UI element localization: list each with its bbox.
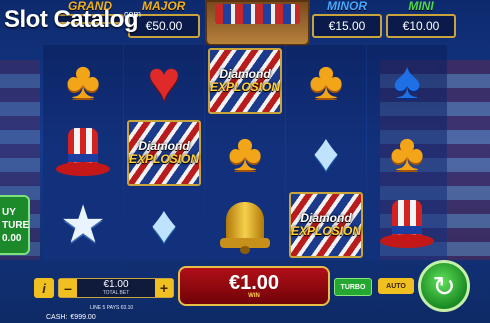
reel-cell: Diamond EXPLOSION (286, 189, 366, 260)
spade-icon: ♠ (393, 51, 421, 110)
reel-4: ♣ ♦ Diamond EXPLOSION (286, 45, 366, 260)
win-label: WIN (248, 293, 260, 299)
buy-feature-line1: UY (2, 206, 16, 218)
reel-1: ♣ ★ (43, 45, 123, 260)
reel-cell (367, 189, 447, 260)
diamond-icon: ♦ (312, 123, 340, 182)
cash-display: CASH: €999.00 (46, 314, 96, 321)
wild-text-line1: Diamond (138, 138, 190, 153)
bet-selector: – €1.00 TOTAL BET + (58, 278, 174, 298)
club-icon: ♣ (389, 123, 425, 182)
wild-icon: Diamond EXPLOSION (127, 119, 201, 186)
reel-cell: ♠ (367, 45, 447, 116)
watermark-logo: Slot Catalog (4, 6, 139, 33)
total-bet-value: €1.00 (103, 279, 129, 290)
wild-icon: Diamond EXPLOSION (208, 47, 282, 114)
diamond-icon: ♦ (150, 195, 178, 254)
reel-cell: ♥ (124, 45, 204, 116)
reel-3: Diamond EXPLOSION ♣ (205, 45, 285, 260)
fireworks-crate (205, 0, 310, 46)
reel-cell: ♣ (205, 117, 285, 188)
bet-minus-button[interactable]: – (59, 279, 77, 297)
reel-cell (43, 117, 123, 188)
reel-cell: ♦ (286, 117, 366, 188)
club-icon: ♣ (65, 51, 101, 110)
win-display: €1.00 WIN (178, 266, 330, 306)
jackpot-minor-label: MINOR (327, 0, 367, 13)
wild-text-line2: EXPLOSION (210, 79, 281, 94)
jackpot-mini-value: €10.00 (386, 14, 456, 38)
turbo-button[interactable]: TURBO (334, 278, 372, 296)
jackpot-minor-value: €15.00 (312, 14, 382, 38)
heart-icon: ♥ (147, 48, 181, 112)
reel-cell: Diamond EXPLOSION (205, 45, 285, 116)
club-icon: ♣ (227, 123, 263, 182)
bet-plus-button[interactable]: + (155, 279, 173, 297)
wild-text-line2: EXPLOSION (291, 223, 362, 238)
cash-value: €999.00 (70, 314, 96, 321)
jackpot-major: MAJOR €50.00 (128, 0, 200, 38)
reel-cell: ♣ (367, 117, 447, 188)
cash-label: CASH: (46, 314, 68, 321)
spin-button[interactable]: ↻ (418, 260, 470, 312)
wild-text-line2: EXPLOSION (129, 151, 200, 166)
jackpot-mini: MINI €10.00 (386, 0, 456, 38)
refresh-arrows-icon: ↻ (432, 270, 456, 302)
hat-icon (54, 124, 112, 182)
buy-feature-button[interactable]: UY TURE 0.00 (0, 195, 30, 255)
wild-text-line1: Diamond (219, 66, 271, 81)
star-icon: ★ (59, 195, 107, 254)
info-button[interactable]: i (34, 278, 54, 298)
reel-grid: ♣ ★ ♥ Diamond EXPLOSION ♦ Diamond EXPLOSION ♣ ♣ ♦ D… (43, 45, 448, 260)
total-bet-label: TOTAL BET (102, 290, 130, 296)
watermark-suffix: com (124, 9, 142, 19)
wild-text-line1: Diamond (300, 210, 352, 225)
reel-cell: Diamond EXPLOSION (124, 117, 204, 188)
reel-cell: ♦ (124, 189, 204, 260)
reel-5: ♠ ♣ (367, 45, 447, 260)
jackpot-major-label: MAJOR (142, 0, 186, 13)
buy-feature-line3: 0.00 (2, 232, 22, 244)
reel-2: ♥ Diamond EXPLOSION ♦ (124, 45, 204, 260)
jackpot-mini-label: MINI (408, 0, 434, 13)
reel-cell: ♣ (286, 45, 366, 116)
hat-icon (378, 196, 436, 254)
wild-icon: Diamond EXPLOSION (289, 191, 363, 258)
reel-cell (205, 189, 285, 260)
reel-cell: ♣ (43, 45, 123, 116)
club-icon: ♣ (308, 51, 344, 110)
auto-button[interactable]: AUTO (378, 278, 414, 294)
reel-cell: ★ (43, 189, 123, 260)
buy-feature-line2: TURE (2, 219, 30, 231)
win-value: €1.00 (228, 272, 280, 294)
bell-icon (220, 196, 270, 254)
jackpot-minor: MINOR €15.00 (312, 0, 382, 38)
line-pays-text: LINE 5 PAYS €0.10 (90, 305, 134, 311)
